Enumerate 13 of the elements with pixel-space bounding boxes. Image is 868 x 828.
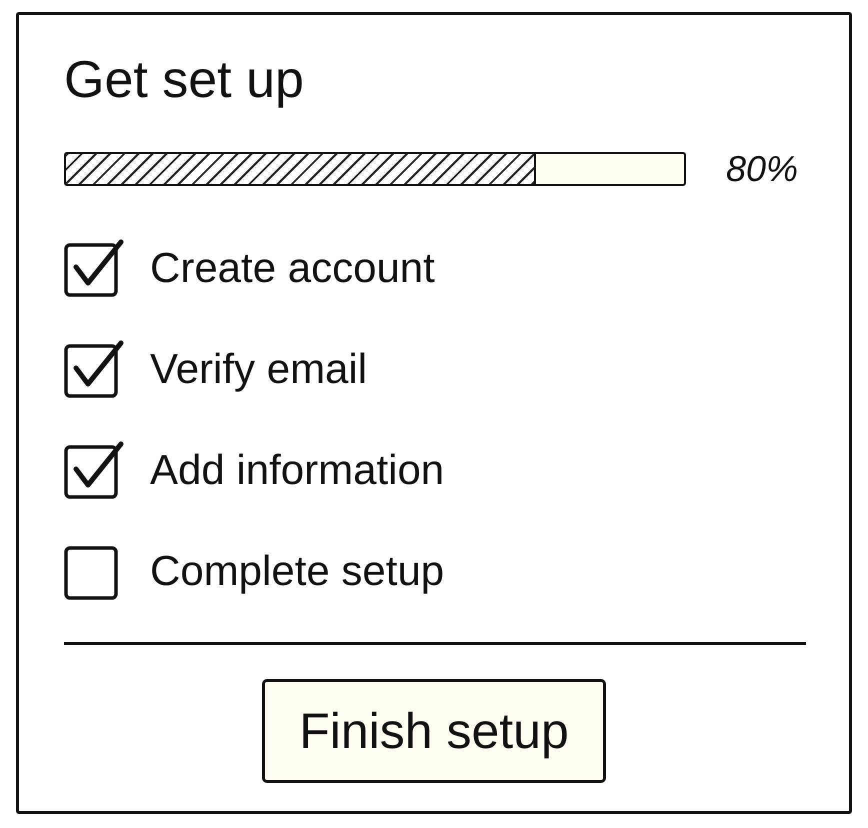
check-icon <box>74 240 124 286</box>
task-label: Add information <box>150 445 444 495</box>
checkbox[interactable] <box>64 340 124 398</box>
finish-setup-button[interactable]: Finish setup <box>262 679 606 783</box>
check-icon <box>74 340 124 386</box>
check-icon <box>74 442 124 488</box>
task-label: Complete setup <box>150 546 444 596</box>
task-label: Create account <box>150 243 435 293</box>
checkbox[interactable] <box>64 239 124 297</box>
checkbox[interactable] <box>64 441 124 499</box>
card-title: Get set up <box>64 50 304 111</box>
progress-percent: 80% <box>726 149 798 189</box>
task-label: Verify email <box>150 344 368 394</box>
